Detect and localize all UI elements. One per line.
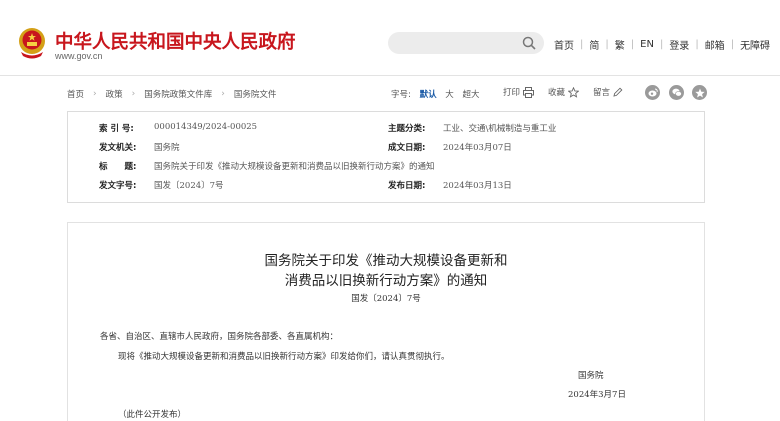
weibo-share-icon[interactable] [645,85,660,100]
font-size-extra-large[interactable]: 超大 [463,90,480,100]
published-date-label: 发布日期: [388,181,426,191]
nav-traditional[interactable]: 繁 [615,37,625,52]
printer-icon [523,86,535,98]
created-date-label: 成文日期: [388,143,426,153]
search-input[interactable] [388,32,544,54]
document-signature: 国务院 [578,371,604,381]
title-label: 标 题: [99,162,137,172]
nav-separator: | [730,39,735,50]
breadcrumb-policy-library[interactable]: 国务院政策文件库 [144,88,212,100]
breadcrumb-policy[interactable]: 政策 [106,88,123,100]
document-number: 国发〔2024〕7号 [351,294,421,304]
chevron-right-icon: › [131,89,136,99]
nav-home[interactable]: 首页 [554,37,574,52]
meta-row: 标 题: 国务院关于印发《推动大规模设备更新和消费品以旧换新行动方案》的通知 [68,160,704,178]
national-emblem-logo[interactable] [17,26,47,60]
created-date-value: 2024年03月07日 [443,143,512,153]
breadcrumb-state-council-docs[interactable]: 国务院文件 [234,88,277,100]
pencil-icon [613,87,623,97]
meta-row: 发文机关: 国务院 成文日期: 2024年03月07日 [68,141,704,159]
nav-accessibility[interactable]: 无障碍 [740,37,770,52]
issuer-label: 发文机关: [99,143,137,153]
header-divider [0,75,780,76]
nav-mailbox[interactable]: 邮箱 [705,37,725,52]
document-date: 2024年3月7日 [568,390,626,400]
index-label: 索 引 号: [99,124,134,134]
nav-separator: | [659,39,664,50]
font-size-default[interactable]: 默认 [420,90,437,100]
document-recipients: 各省、自治区、直辖市人民政府，国务院各部委、各直属机构： [100,332,339,342]
document-title-line2: 消费品以旧换新行动方案》的通知 [284,273,488,289]
published-date-value: 2024年03月13日 [443,181,512,191]
document-title-line1: 国务院关于印发《推动大规模设备更新和 [264,253,508,269]
nav-separator: | [605,39,609,50]
meta-row: 索 引 号: 000014349/2024-00025 主题分类: 工业、交通\… [68,122,704,140]
doc-number-value: 国发〔2024〕7号 [154,181,224,191]
font-size-selector: 字号: 默认 大 超大 [391,88,480,100]
comment-button[interactable]: 留言 [593,86,623,98]
font-size-label: 字号: [391,90,411,100]
nav-separator: | [580,39,584,50]
search-icon[interactable] [522,36,536,50]
nav-separator: | [630,39,635,50]
title-value: 国务院关于印发《推动大规模设备更新和消费品以旧换新行动方案》的通知 [154,162,435,172]
print-label: 打印 [503,88,521,98]
nav-separator: | [695,39,699,50]
font-size-large[interactable]: 大 [445,90,454,100]
index-value: 000014349/2024-00025 [154,122,258,132]
nav-english[interactable]: EN [640,39,654,50]
meta-row: 发文字号: 国发〔2024〕7号 发布日期: 2024年03月13日 [68,179,704,197]
print-button[interactable]: 打印 [503,86,535,98]
document-body: 国务院关于印发《推动大规模设备更新和 消费品以旧换新行动方案》的通知 国发〔20… [67,222,705,421]
nav-simplified[interactable]: 简 [589,37,599,52]
favorite-button[interactable]: 收藏 [548,86,580,98]
nav-login[interactable]: 登录 [669,37,689,52]
issuer-value: 国务院 [154,143,180,153]
page-tools: 打印 收藏 留言 [503,86,637,98]
comment-label: 留言 [593,88,611,98]
document-publication-note: （此件公开发布） [118,410,187,420]
breadcrumb: 首页 › 政策 › 国务院政策文件库 › 国务院文件 [67,88,276,100]
breadcrumb-home[interactable]: 首页 [67,88,84,100]
top-navigation: 首页 | 简 | 繁 | EN | 登录 | 邮箱 | 无障碍 [554,37,770,52]
favorite-label: 收藏 [548,88,566,98]
topic-value: 工业、交通\机械制造与重工业 [443,124,557,134]
chevron-right-icon: › [221,89,225,99]
document-metadata-table: 索 引 号: 000014349/2024-00025 主题分类: 工业、交通\… [67,111,705,203]
doc-number-label: 发文字号: [99,181,137,191]
wechat-share-icon[interactable] [669,85,684,100]
topic-label: 主题分类: [388,124,426,134]
document-paragraph: 现将《推动大规模设备更新和消费品以旧换新行动方案》印发给你们，请认真贯彻执行。 [118,352,450,362]
chevron-right-icon: › [93,89,97,99]
qzone-share-icon[interactable] [692,85,707,100]
site-url: www.gov.cn [55,51,103,61]
star-icon [568,86,580,98]
